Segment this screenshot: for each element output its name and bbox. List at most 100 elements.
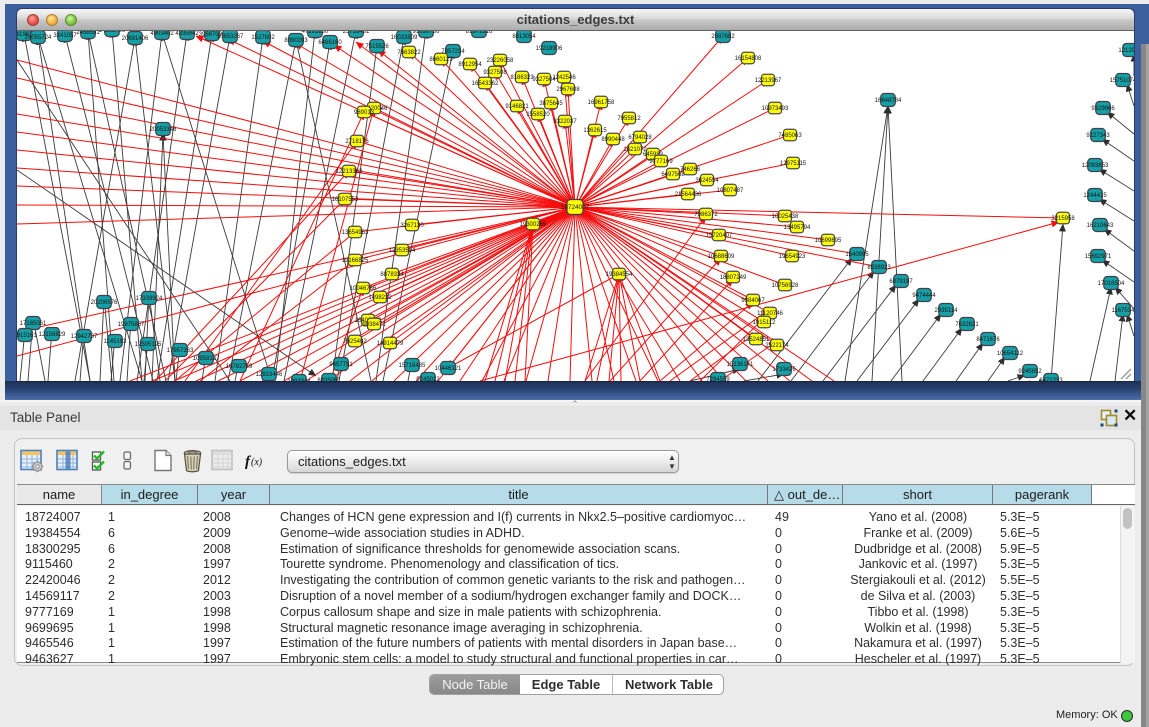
svg-text:12975115: 12975115 <box>780 161 807 167</box>
svg-text:1527602: 1527602 <box>251 35 275 41</box>
svg-text:16782759: 16782759 <box>226 364 253 370</box>
svg-text:16543362: 16543362 <box>472 81 499 87</box>
svg-text:6466160: 6466160 <box>318 40 342 46</box>
svg-text:2087682: 2087682 <box>711 34 735 40</box>
svg-text:8322037: 8322037 <box>553 119 577 125</box>
svg-text:1145193: 1145193 <box>104 339 128 345</box>
svg-text:10653267: 10653267 <box>217 34 244 40</box>
svg-text:12505195: 12505195 <box>135 342 162 348</box>
svg-text:6879197: 6879197 <box>889 279 913 285</box>
svg-text:8912954: 8912954 <box>458 62 482 68</box>
svg-text:7632621: 7632621 <box>955 322 979 328</box>
svg-text:19300265: 19300265 <box>520 222 547 228</box>
svg-text:1244415: 1244415 <box>1083 193 1107 199</box>
svg-text:1640995: 1640995 <box>845 252 869 258</box>
svg-text:12213363: 12213363 <box>336 169 363 175</box>
svg-text:9245652: 9245652 <box>1018 369 1042 375</box>
svg-text:8813054: 8813054 <box>512 34 536 40</box>
svg-text:17957263: 17957263 <box>167 348 194 354</box>
svg-text:10756928: 10756928 <box>772 283 799 289</box>
svg-text:8878334: 8878334 <box>380 272 404 278</box>
svg-text:9327508: 9327508 <box>483 70 507 76</box>
svg-text:81971316: 81971316 <box>466 31 493 35</box>
svg-text:3915161: 3915161 <box>17 333 37 339</box>
svg-text:9384067: 9384067 <box>741 298 765 304</box>
svg-text:16033809: 16033809 <box>391 35 418 41</box>
svg-text:7986372: 7986372 <box>694 212 718 218</box>
svg-text:8660123: 8660123 <box>429 57 453 63</box>
svg-text:10973493: 10973493 <box>762 106 789 112</box>
svg-text:10699695: 10699695 <box>815 238 842 244</box>
svg-text:12213967: 12213967 <box>755 78 782 84</box>
svg-text:8186323: 8186323 <box>510 75 534 81</box>
svg-text:1362615: 1362615 <box>583 128 607 134</box>
svg-text:7663822: 7663822 <box>397 50 421 56</box>
svg-text:23226058: 23226058 <box>487 58 514 64</box>
svg-text:18807249: 18807249 <box>720 275 747 281</box>
svg-text:7625402: 7625402 <box>343 339 367 345</box>
svg-text:4903402: 4903402 <box>150 31 174 37</box>
svg-text:12353594: 12353594 <box>389 248 416 254</box>
svg-text:19218906: 19218906 <box>536 46 563 52</box>
svg-text:15720407: 15720407 <box>706 233 733 239</box>
svg-text:3267130: 3267130 <box>400 223 424 229</box>
svg-text:13654963: 13654963 <box>342 230 369 236</box>
svg-text:2967608: 2967608 <box>556 87 580 93</box>
svg-text:18724007: 18724007 <box>561 204 590 211</box>
svg-text:3341057: 3341057 <box>53 33 77 39</box>
svg-text:7485063: 7485063 <box>778 133 802 139</box>
svg-text:1558520: 1558520 <box>526 112 550 118</box>
svg-text:2718176: 2718176 <box>345 139 369 145</box>
svg-text:3624554: 3624554 <box>695 178 719 184</box>
svg-text:1242546: 1242546 <box>552 75 576 81</box>
svg-text:9938471: 9938471 <box>362 322 386 328</box>
svg-text:8471676: 8471676 <box>976 337 1000 343</box>
svg-text:(x): (x) <box>251 457 263 468</box>
svg-text:8938923: 8938923 <box>867 265 891 271</box>
svg-text:9245012: 9245012 <box>416 377 440 381</box>
svg-text:9146821: 9146821 <box>505 104 529 110</box>
svg-text:1092344: 1092344 <box>287 379 311 381</box>
svg-text:17185061: 17185061 <box>20 321 47 327</box>
svg-text:1167534: 1167534 <box>1112 308 1134 314</box>
svg-text:24055724: 24055724 <box>25 35 52 41</box>
svg-text:20053346: 20053346 <box>150 127 177 133</box>
svg-text:8471233: 8471233 <box>1039 378 1063 381</box>
svg-text:19975857: 19975857 <box>118 322 145 328</box>
svg-text:16154808: 16154808 <box>735 56 762 62</box>
svg-text:8090293: 8090293 <box>284 38 308 44</box>
svg-text:16210643: 16210643 <box>1087 223 1114 229</box>
svg-text:6794028: 6794028 <box>628 135 652 141</box>
svg-text:15716485: 15716485 <box>399 363 426 369</box>
svg-text:10025438: 10025438 <box>772 214 799 220</box>
svg-text:16961758: 16961758 <box>588 100 615 106</box>
svg-text:16107553: 16107553 <box>332 197 359 203</box>
svg-text:10446121: 10446121 <box>435 366 462 372</box>
svg-text:3215958: 3215958 <box>1051 216 1075 222</box>
svg-text:15136141: 15136141 <box>727 362 754 368</box>
svg-text:746266: 746266 <box>680 167 701 173</box>
svg-text:7284559: 7284559 <box>706 377 730 381</box>
svg-text:2935114: 2935114 <box>935 308 959 314</box>
svg-text:7955812: 7955812 <box>617 116 641 122</box>
svg-text:7515526: 7515526 <box>365 44 389 50</box>
svg-text:20691406: 20691406 <box>122 36 149 42</box>
svg-text:9777169: 9777169 <box>649 159 673 165</box>
svg-text:19384554: 19384554 <box>606 272 633 278</box>
svg-text:2458591: 2458591 <box>76 31 100 36</box>
svg-text:1733426: 1733426 <box>772 367 796 373</box>
svg-text:12942737: 12942737 <box>71 334 98 340</box>
svg-text:12923446: 12923446 <box>256 372 283 378</box>
svg-text:9329966: 9329966 <box>1091 106 1115 112</box>
svg-text:23718431: 23718431 <box>343 31 370 35</box>
svg-text:12156829: 12156829 <box>39 332 66 338</box>
svg-text:1498222: 1498222 <box>368 295 392 301</box>
svg-text:16648784: 16648784 <box>875 98 902 104</box>
svg-text:10958127: 10958127 <box>193 356 220 362</box>
svg-text:10688609: 10688609 <box>708 254 735 260</box>
svg-text:47295260: 47295260 <box>302 31 329 35</box>
svg-text:10807487: 10807487 <box>717 188 744 194</box>
svg-text:9474444: 9474444 <box>912 293 936 299</box>
svg-text:91030736: 91030736 <box>413 31 440 35</box>
svg-text:2522174: 2522174 <box>765 343 789 349</box>
